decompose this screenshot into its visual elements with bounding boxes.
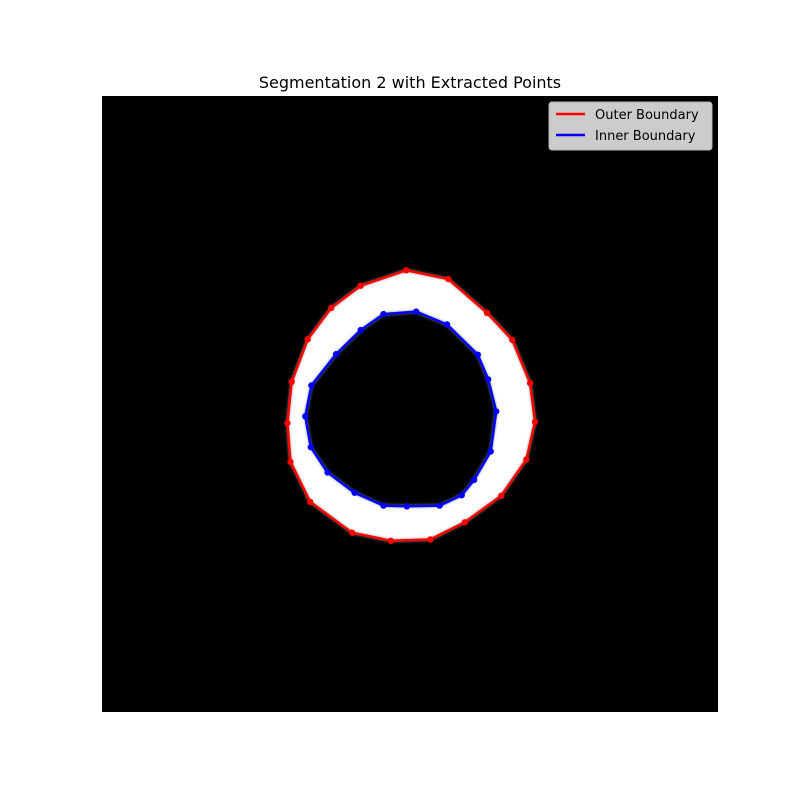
- inner-boundary-point-6: [470, 476, 478, 483]
- outer-boundary-point-2: [483, 309, 491, 316]
- inner-boundary-point-5: [487, 448, 494, 455]
- inner-boundary-point-1: [443, 321, 451, 328]
- plot-area: [102, 96, 718, 712]
- inner-boundary-point-8: [436, 502, 443, 509]
- legend: Outer Boundary Inner Boundary: [548, 101, 713, 151]
- outer-boundary-point-11: [348, 529, 356, 536]
- outer-boundary-point-8: [461, 519, 468, 526]
- outer-boundary-point-15: [288, 378, 295, 385]
- outer-boundary-point-12: [307, 498, 314, 506]
- outer-boundary-point-18: [357, 282, 364, 289]
- figure: Segmentation 2 with Extracted Points Out…: [102, 73, 718, 712]
- inner-boundary-point-15: [308, 382, 315, 389]
- image-background: [102, 96, 718, 712]
- inner-boundary-point-18: [380, 310, 387, 318]
- outer-boundary-point-4: [526, 379, 534, 387]
- inner-boundary-point-13: [307, 443, 314, 451]
- outer-boundary-point-9: [427, 536, 434, 543]
- inner-boundary-point-14: [302, 413, 309, 420]
- inner-boundary-point-9: [403, 503, 411, 510]
- inner-boundary-point-17: [357, 326, 364, 334]
- inner-boundary-point-4: [493, 408, 500, 415]
- outer-boundary-point-10: [387, 537, 395, 544]
- outer-boundary-point-7: [498, 492, 505, 499]
- inner-boundary-point-3: [485, 376, 492, 383]
- inner-boundary-point-11: [351, 489, 358, 496]
- outer-boundary-point-17: [328, 304, 335, 312]
- outer-boundary-point-13: [287, 458, 294, 466]
- inner-boundary-point-2: [474, 351, 481, 358]
- inner-boundary-point-7: [458, 492, 465, 499]
- legend-label-inner: Inner Boundary: [595, 129, 696, 144]
- legend-label-outer: Outer Boundary: [595, 108, 699, 123]
- inner-boundary-point-10: [380, 502, 387, 509]
- outer-boundary-point-0: [403, 267, 410, 274]
- inner-boundary-point-0: [413, 308, 420, 315]
- outer-boundary-point-3: [509, 336, 516, 344]
- outer-boundary-point-1: [445, 275, 452, 283]
- outer-boundary-point-5: [531, 418, 539, 426]
- inner-boundary-point-12: [324, 469, 331, 476]
- outer-boundary-point-16: [304, 336, 311, 343]
- outer-boundary-point-6: [523, 456, 530, 463]
- outer-boundary-point-14: [284, 419, 291, 427]
- inner-boundary-point-16: [332, 350, 340, 358]
- chart-title: Segmentation 2 with Extracted Points: [259, 73, 561, 92]
